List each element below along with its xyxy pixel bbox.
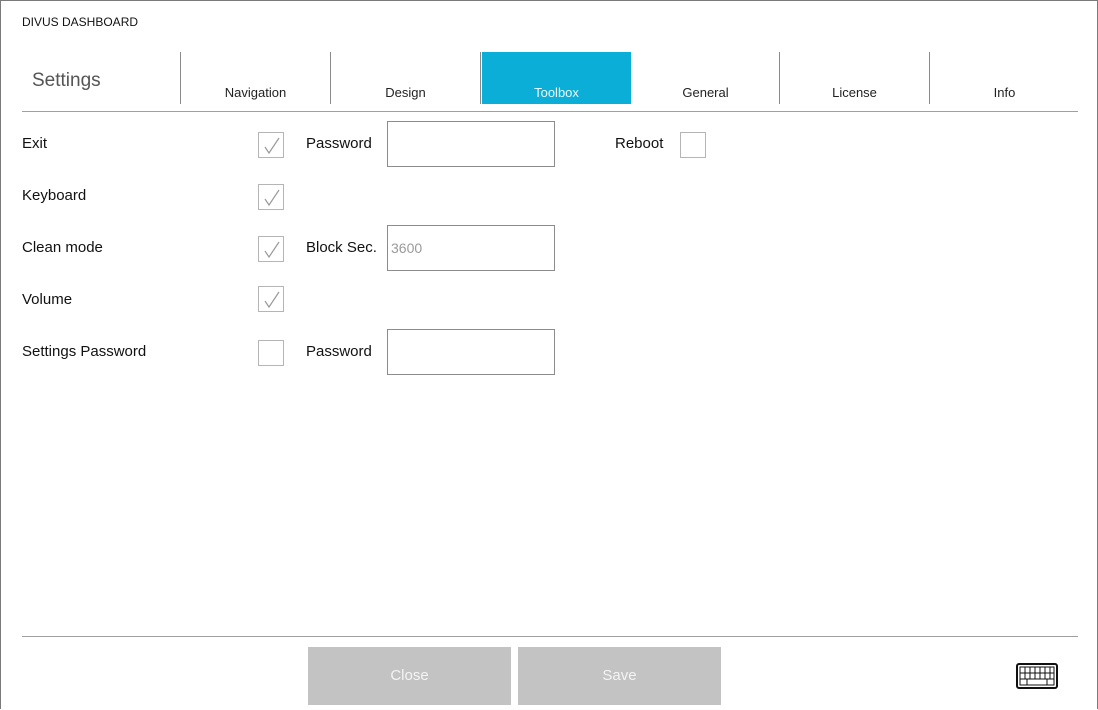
header-divider [22,111,1078,112]
block-sec-input[interactable]: 3600 [387,225,555,271]
check-icon [264,241,280,259]
tab-design[interactable]: Design [331,52,480,104]
tab-toolbox[interactable]: Toolbox [482,52,631,104]
tab-license[interactable]: License [780,52,929,104]
settings-password-label: Settings Password [22,343,147,360]
keyboard-checkbox[interactable] [258,184,284,210]
tab-label: Design [385,85,426,100]
exit-checkbox[interactable] [258,132,284,158]
settings-password-field-label: Password [306,343,372,360]
volume-checkbox[interactable] [258,286,284,312]
clean-mode-label: Clean mode [22,239,103,256]
keyboard-icon[interactable] [1016,663,1058,689]
window-title: DIVUS DASHBOARD [22,15,139,29]
tab-label: License [832,85,877,100]
check-icon [264,137,280,155]
tab-info[interactable]: Info [930,52,1079,104]
tab-label: General [682,85,729,100]
footer-divider [22,636,1078,637]
tab-navigation[interactable]: Navigation [181,52,330,104]
exit-label: Exit [22,135,48,152]
tab-label: Navigation [224,85,287,100]
volume-label: Volume [22,291,73,308]
reboot-checkbox[interactable] [680,132,706,158]
exit-password-label: Password [306,135,372,152]
tab-general[interactable]: General [631,52,780,104]
tab-divider [480,52,481,104]
tab-label: Info [993,85,1016,100]
check-icon [264,291,280,309]
save-button[interactable]: Save [518,647,721,705]
close-button[interactable]: Close [308,647,511,705]
reboot-label: Reboot [615,135,664,152]
clean-mode-checkbox[interactable] [258,236,284,262]
keyboard-label: Keyboard [22,187,87,204]
tab-label: Toolbox [534,85,579,100]
settings-password-checkbox[interactable] [258,340,284,366]
settings-password-input[interactable] [387,329,555,375]
block-sec-label: Block Sec. [306,239,377,256]
check-icon [264,189,280,207]
page-title: Settings [32,70,101,91]
exit-password-input[interactable] [387,121,555,167]
